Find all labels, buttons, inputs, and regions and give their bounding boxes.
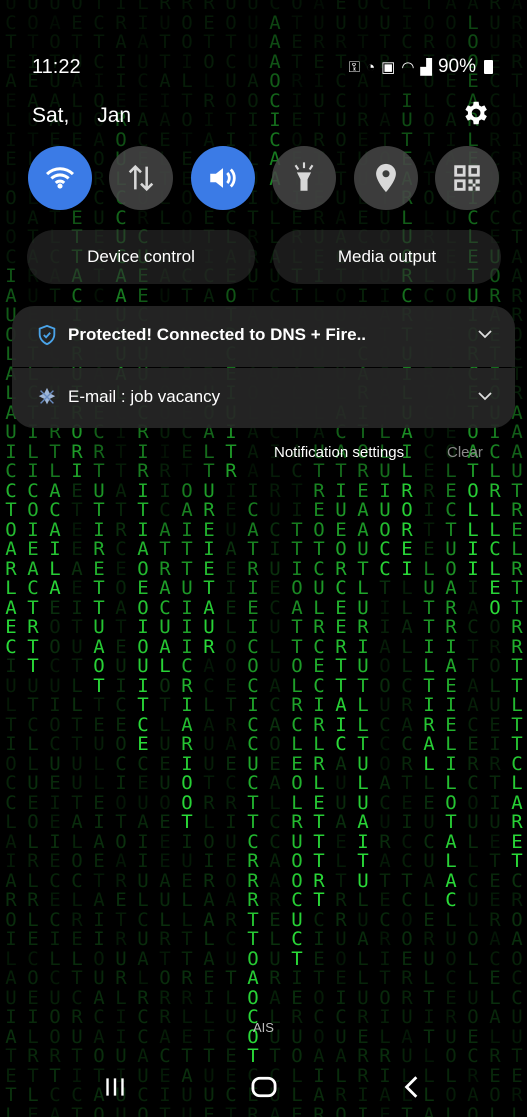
date-day: Sat,: [32, 104, 69, 127]
qr-scanner-toggle[interactable]: [435, 146, 499, 210]
device-control-button[interactable]: Device control: [27, 230, 255, 284]
wifi-icon: ◠: [401, 58, 414, 76]
recents-icon[interactable]: [95, 1070, 135, 1104]
shield-icon: [38, 324, 56, 346]
mobile-data-toggle[interactable]: [109, 146, 173, 210]
notification-settings-link[interactable]: Notification settings: [274, 444, 404, 461]
data-saver-icon: ◔: [366, 59, 375, 76]
device-control-label: Device control: [87, 247, 195, 267]
flashlight-icon: [294, 162, 314, 191]
battery-percent: 90%: [438, 56, 476, 78]
secure-folder-icon: ▣: [381, 58, 395, 76]
date-month: Jan: [97, 104, 131, 127]
notification-text: E-mail : job vacancy: [68, 387, 220, 407]
back-icon[interactable]: [392, 1070, 432, 1104]
notification-email[interactable]: E-mail : job vacancy: [12, 368, 515, 428]
notification-dns-protection[interactable]: Protected! Connected to DNS + Fire..: [12, 306, 515, 367]
location-pin-icon: [376, 163, 396, 193]
media-output-button[interactable]: Media output: [273, 230, 501, 284]
home-icon[interactable]: [244, 1070, 284, 1104]
qr-code-icon: [454, 165, 480, 191]
battery-icon: [484, 60, 493, 74]
status-bar: 11:22 ⚿ ◔ ▣ ◠ ▟ 90%: [0, 48, 527, 88]
data-arrows-icon: [128, 164, 154, 192]
clear-button[interactable]: Clear: [447, 444, 483, 461]
key-icon: ⚿: [349, 59, 360, 76]
media-output-label: Media output: [338, 247, 436, 267]
speaker-icon: [210, 168, 236, 188]
signal-icon: ▟: [420, 58, 432, 76]
carrier-label: AIS: [253, 1020, 274, 1035]
location-toggle[interactable]: [354, 146, 418, 210]
navigation-bar: [0, 1060, 527, 1117]
wifi-icon: [45, 167, 75, 189]
date-label: Sat, Jan: [32, 104, 131, 128]
gear-icon[interactable]: [460, 98, 490, 128]
quick-settings-row: [28, 146, 499, 210]
notification-text: Protected! Connected to DNS + Fire..: [68, 325, 366, 345]
wifi-toggle[interactable]: [28, 146, 92, 210]
sound-toggle[interactable]: [191, 146, 255, 210]
status-icons: ⚿ ◔ ▣ ◠ ▟ 90%: [349, 56, 493, 78]
chevron-down-icon[interactable]: [477, 326, 493, 342]
flashlight-toggle[interactable]: [272, 146, 336, 210]
clock: 11:22: [32, 56, 81, 79]
mail-app-icon: [38, 387, 56, 405]
chevron-down-icon[interactable]: [477, 388, 493, 404]
